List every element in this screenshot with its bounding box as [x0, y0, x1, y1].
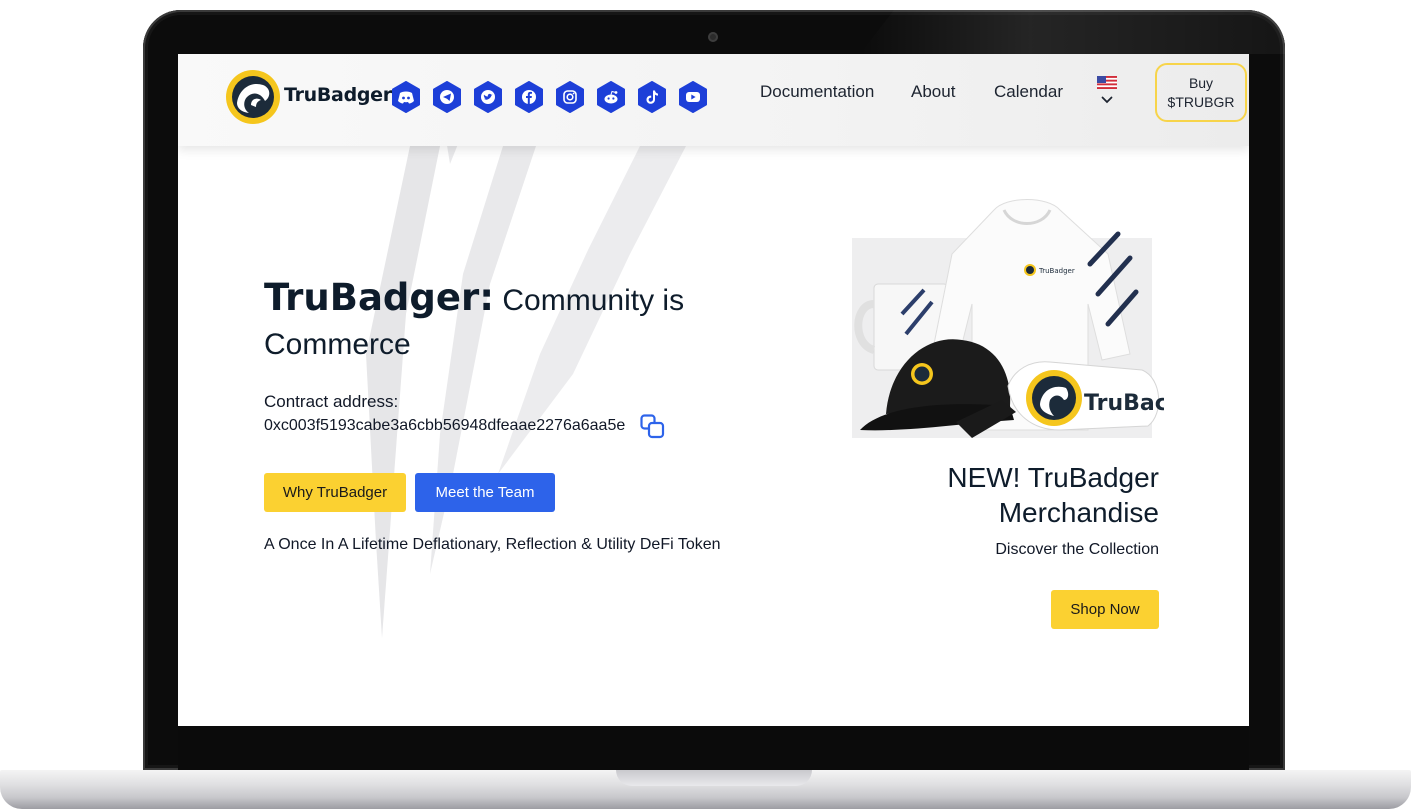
reddit-icon[interactable]	[595, 81, 627, 113]
instagram-icon[interactable]	[554, 81, 586, 113]
social-links	[390, 81, 709, 113]
hero-title-brand: TruBadger:	[264, 276, 495, 319]
merch-title: NEW! TruBadger Merchandise	[947, 462, 1159, 528]
svg-text:TruBadger: TruBadger	[1038, 267, 1075, 275]
twitter-icon[interactable]	[472, 81, 504, 113]
buy-trubgr-button[interactable]: Buy $TRUBGR	[1155, 63, 1247, 122]
meet-the-team-button[interactable]: Meet the Team	[415, 473, 555, 512]
nav-documentation[interactable]: Documentation	[760, 82, 874, 102]
telegram-icon[interactable]	[431, 81, 463, 113]
laptop-bottom-bezel	[178, 726, 1249, 772]
brand-name[interactable]: TruBadger	[284, 84, 392, 106]
youtube-icon[interactable]	[677, 81, 709, 113]
buy-button-line1: Buy	[1188, 75, 1214, 91]
site-header: TruBadger Documentation About Calendar B…	[178, 54, 1249, 146]
laptop-lid-reflection	[860, 10, 1285, 54]
laptop-base-notch	[616, 770, 812, 786]
hero-tagline: A Once In A Lifetime Deflationary, Refle…	[264, 536, 721, 553]
website-screen: TruBadger Documentation About Calendar B…	[178, 54, 1249, 726]
nav-calendar[interactable]: Calendar	[994, 82, 1063, 102]
merchandise-image[interactable]: TruBadger TruBac	[846, 194, 1164, 456]
hero-title: TruBadger: Community is Commerce	[264, 278, 724, 369]
tiktok-icon[interactable]	[636, 81, 668, 113]
copy-icon[interactable]	[639, 413, 666, 440]
chevron-down-icon	[1101, 96, 1113, 104]
contract-address: 0xc003f5193cabe3a6cbb56948dfeaae2276a6aa…	[264, 417, 626, 434]
contract-label: Contract address:	[264, 392, 399, 411]
nav-about[interactable]: About	[911, 82, 955, 102]
facebook-icon[interactable]	[513, 81, 545, 113]
discord-icon[interactable]	[390, 81, 422, 113]
webcam	[708, 32, 718, 42]
us-flag-icon	[1097, 76, 1117, 89]
language-selector[interactable]	[1097, 76, 1119, 110]
shop-now-button[interactable]: Shop Now	[1051, 590, 1159, 629]
trubadger-logo-icon[interactable]	[225, 69, 281, 125]
merch-bag-text: TruBac	[1084, 391, 1164, 416]
buy-button-line2: $TRUBGR	[1167, 94, 1235, 110]
merch-subtitle: Discover the Collection	[995, 541, 1159, 558]
why-trubadger-button[interactable]: Why TruBadger	[264, 473, 406, 512]
